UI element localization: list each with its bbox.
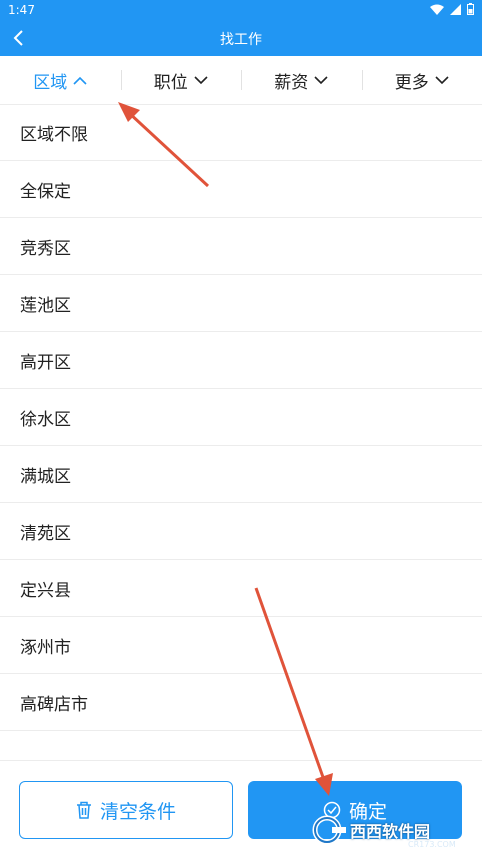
battery-icon <box>467 3 474 15</box>
watermark-subtext: CR173.COM <box>408 840 456 849</box>
filter-tab-label: 更多 <box>395 68 429 93</box>
area-option-zhuozhou[interactable]: 涿州市 <box>0 617 482 674</box>
area-option-dingxing[interactable]: 定兴县 <box>0 560 482 617</box>
filter-tab-area[interactable]: 区域 <box>0 56 121 104</box>
filter-tab-salary[interactable]: 薪资 <box>241 56 362 104</box>
app-bar: 找工作 <box>0 20 482 56</box>
filter-tab-label: 区域 <box>33 68 67 93</box>
area-option-qingyuan[interactable]: 清苑区 <box>0 503 482 560</box>
filter-bar: 区域 职位 薪资 更多 <box>0 56 482 105</box>
clear-button-label: 清空条件 <box>100 797 176 824</box>
chevron-down-icon <box>435 76 449 85</box>
filter-tab-label: 职位 <box>154 68 188 93</box>
area-option-unlimited[interactable]: 区域不限 <box>0 104 482 161</box>
area-option-lianchi[interactable]: 莲池区 <box>0 275 482 332</box>
area-option-xushui[interactable]: 徐水区 <box>0 389 482 446</box>
chevron-up-icon <box>73 76 87 85</box>
filter-tab-more[interactable]: 更多 <box>362 56 482 104</box>
wifi-icon <box>430 4 444 15</box>
area-option-gaobeidian[interactable]: 高碑店市 <box>0 674 482 731</box>
page-title: 找工作 <box>0 29 482 49</box>
area-option-all-baoding[interactable]: 全保定 <box>0 161 482 218</box>
status-bar: 1:47 <box>0 0 482 20</box>
system-icons <box>430 3 474 15</box>
area-list: 区域不限 全保定 竞秀区 莲池区 高开区 徐水区 满城区 清苑区 定兴县 涿州市… <box>0 104 482 731</box>
clear-conditions-button[interactable]: 清空条件 <box>19 781 233 839</box>
watermark: 西西软件园 CR173.COM <box>312 810 462 850</box>
signal-icon <box>450 4 461 15</box>
watermark-text: 西西软件园 <box>350 818 430 842</box>
chevron-down-icon <box>194 76 208 85</box>
chevron-down-icon <box>314 76 328 85</box>
status-time: 1:47 <box>8 3 35 17</box>
area-option-mancheng[interactable]: 满城区 <box>0 446 482 503</box>
watermark-logo-icon <box>312 815 346 845</box>
area-option-jingxiu[interactable]: 竞秀区 <box>0 218 482 275</box>
filter-tab-position[interactable]: 职位 <box>121 56 242 104</box>
filter-tab-label: 薪资 <box>274 68 308 93</box>
trash-icon <box>76 801 92 819</box>
area-option-gaokai[interactable]: 高开区 <box>0 332 482 389</box>
